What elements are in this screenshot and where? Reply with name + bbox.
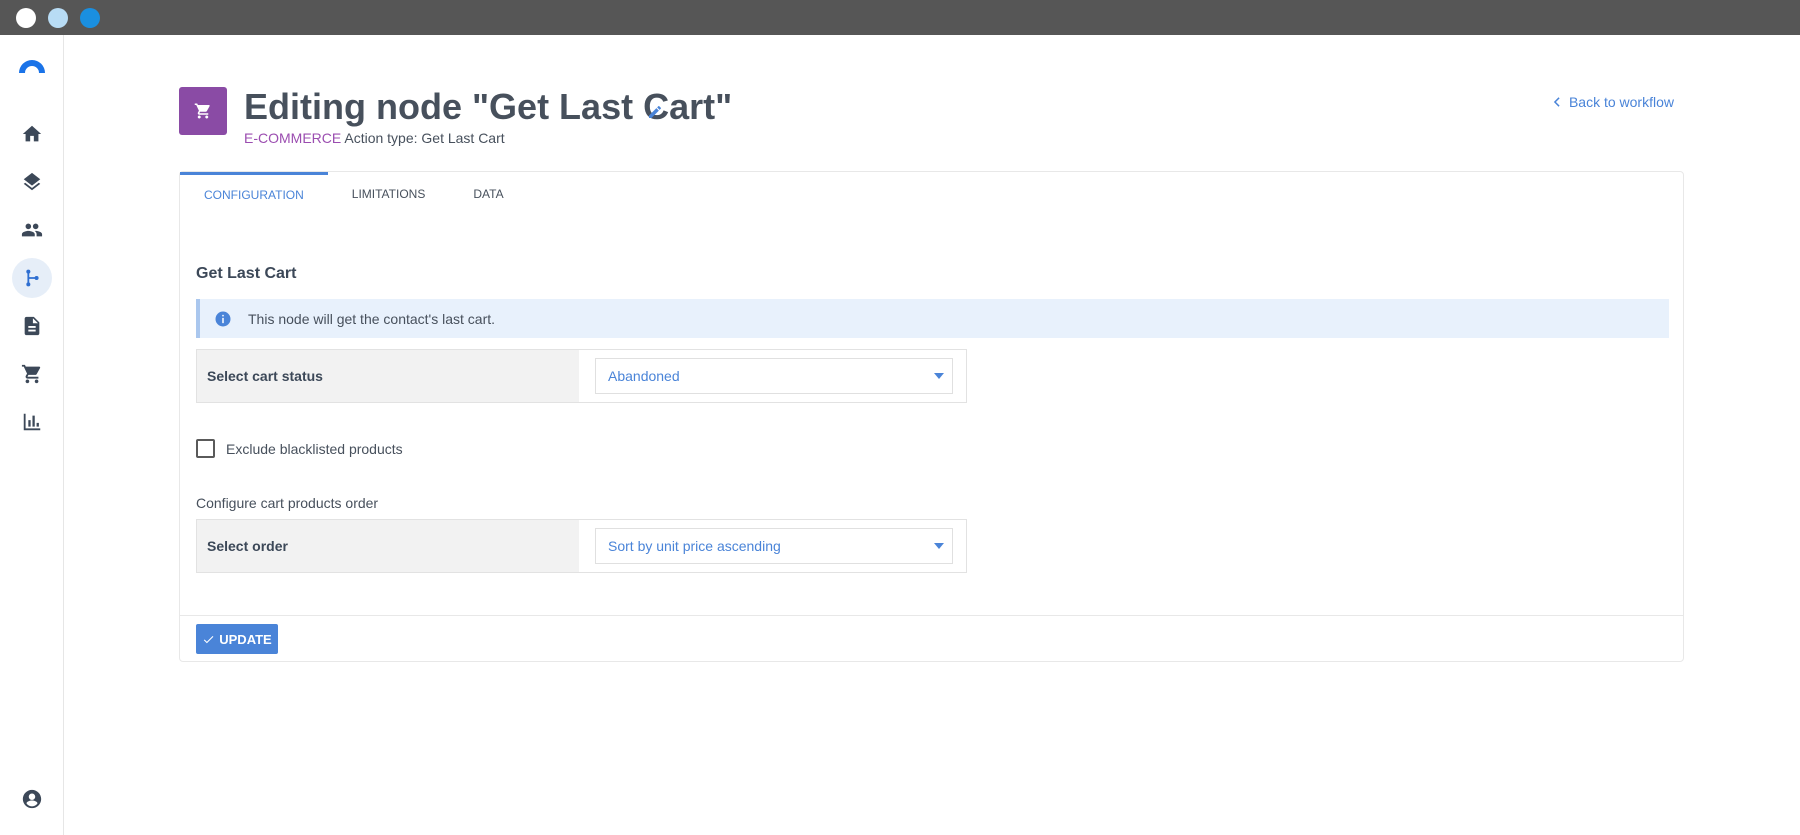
tab-limitations[interactable]: LIMITATIONS — [328, 172, 450, 216]
sidebar-item-documents[interactable] — [12, 306, 52, 346]
sidebar-item-contacts[interactable] — [12, 210, 52, 250]
back-link-label: Back to workflow — [1568, 94, 1674, 110]
workflow-icon — [26, 269, 39, 287]
sidebar-item-ecommerce[interactable] — [12, 354, 52, 394]
update-button[interactable]: UPDATE — [196, 624, 278, 654]
node-type-badge — [179, 87, 227, 135]
panel-footer-divider — [180, 615, 1683, 616]
order-select[interactable]: Sort by unit price ascending — [595, 528, 953, 564]
info-text: This node will get the contact's last ca… — [248, 310, 496, 327]
check-icon — [204, 635, 214, 643]
sidebar-item-account[interactable] — [12, 779, 52, 819]
section-title: Get Last Cart — [196, 265, 297, 282]
update-button-label: UPDATE — [219, 631, 272, 647]
chart-icon — [23, 413, 41, 431]
order-value: Sort by unit price ascending — [608, 538, 781, 554]
home-icon — [22, 125, 42, 142]
sidebar-item-home[interactable] — [12, 114, 52, 154]
sidebar — [0, 35, 64, 835]
chevron-down-icon — [934, 373, 944, 379]
main-content: Editing node "Get Last Cart" E-COMMERCE … — [64, 35, 1800, 835]
sidebar-item-layers[interactable] — [12, 162, 52, 202]
back-to-workflow-link[interactable]: Back to workflow — [1553, 94, 1674, 110]
cart-icon — [21, 364, 41, 384]
document-icon — [24, 316, 40, 336]
contacts-icon — [21, 223, 43, 237]
layers-icon — [23, 172, 41, 191]
cart-status-field: Select cart status Abandoned — [196, 349, 967, 403]
cart-icon — [194, 103, 210, 119]
node-subtitle: E-COMMERCE Action type: Get Last Cart — [244, 130, 505, 146]
edit-title-icon[interactable] — [647, 104, 663, 120]
node-category: E-COMMERCE — [244, 130, 342, 146]
window-maximize-button[interactable] — [80, 8, 100, 28]
sidebar-item-workflow[interactable] — [12, 258, 52, 298]
exclude-blacklisted-label: Exclude blacklisted products — [226, 440, 403, 457]
node-action-type: Action type: Get Last Cart — [341, 130, 505, 146]
sidebar-item-analytics[interactable] — [12, 402, 52, 442]
tab-bar: CONFIGURATION LIMITATIONS DATA — [180, 172, 528, 216]
window-minimize-button[interactable] — [48, 8, 68, 28]
cart-status-value: Abandoned — [608, 368, 680, 384]
cart-status-select[interactable]: Abandoned — [595, 358, 953, 394]
info-icon — [215, 311, 231, 326]
tab-data[interactable]: DATA — [449, 172, 527, 216]
chevron-down-icon — [934, 543, 944, 549]
account-icon — [22, 789, 42, 809]
node-editor-panel: CONFIGURATION LIMITATIONS DATA Get Last … — [179, 171, 1684, 662]
exclude-blacklisted-checkbox[interactable] — [196, 439, 215, 458]
exclude-blacklisted-row[interactable]: Exclude blacklisted products — [196, 439, 403, 458]
cart-status-label: Select cart status — [197, 350, 579, 402]
info-alert: This node will get the contact's last ca… — [196, 299, 1669, 338]
window-close-button[interactable] — [16, 8, 36, 28]
brand-logo-icon[interactable] — [17, 55, 47, 79]
order-section-label: Configure cart products order — [196, 495, 379, 511]
window-titlebar — [0, 0, 1800, 35]
order-field: Select order Sort by unit price ascendin… — [196, 519, 967, 573]
tab-configuration[interactable]: CONFIGURATION — [180, 172, 328, 216]
order-label: Select order — [197, 520, 579, 572]
chevron-left-icon — [1553, 97, 1560, 107]
